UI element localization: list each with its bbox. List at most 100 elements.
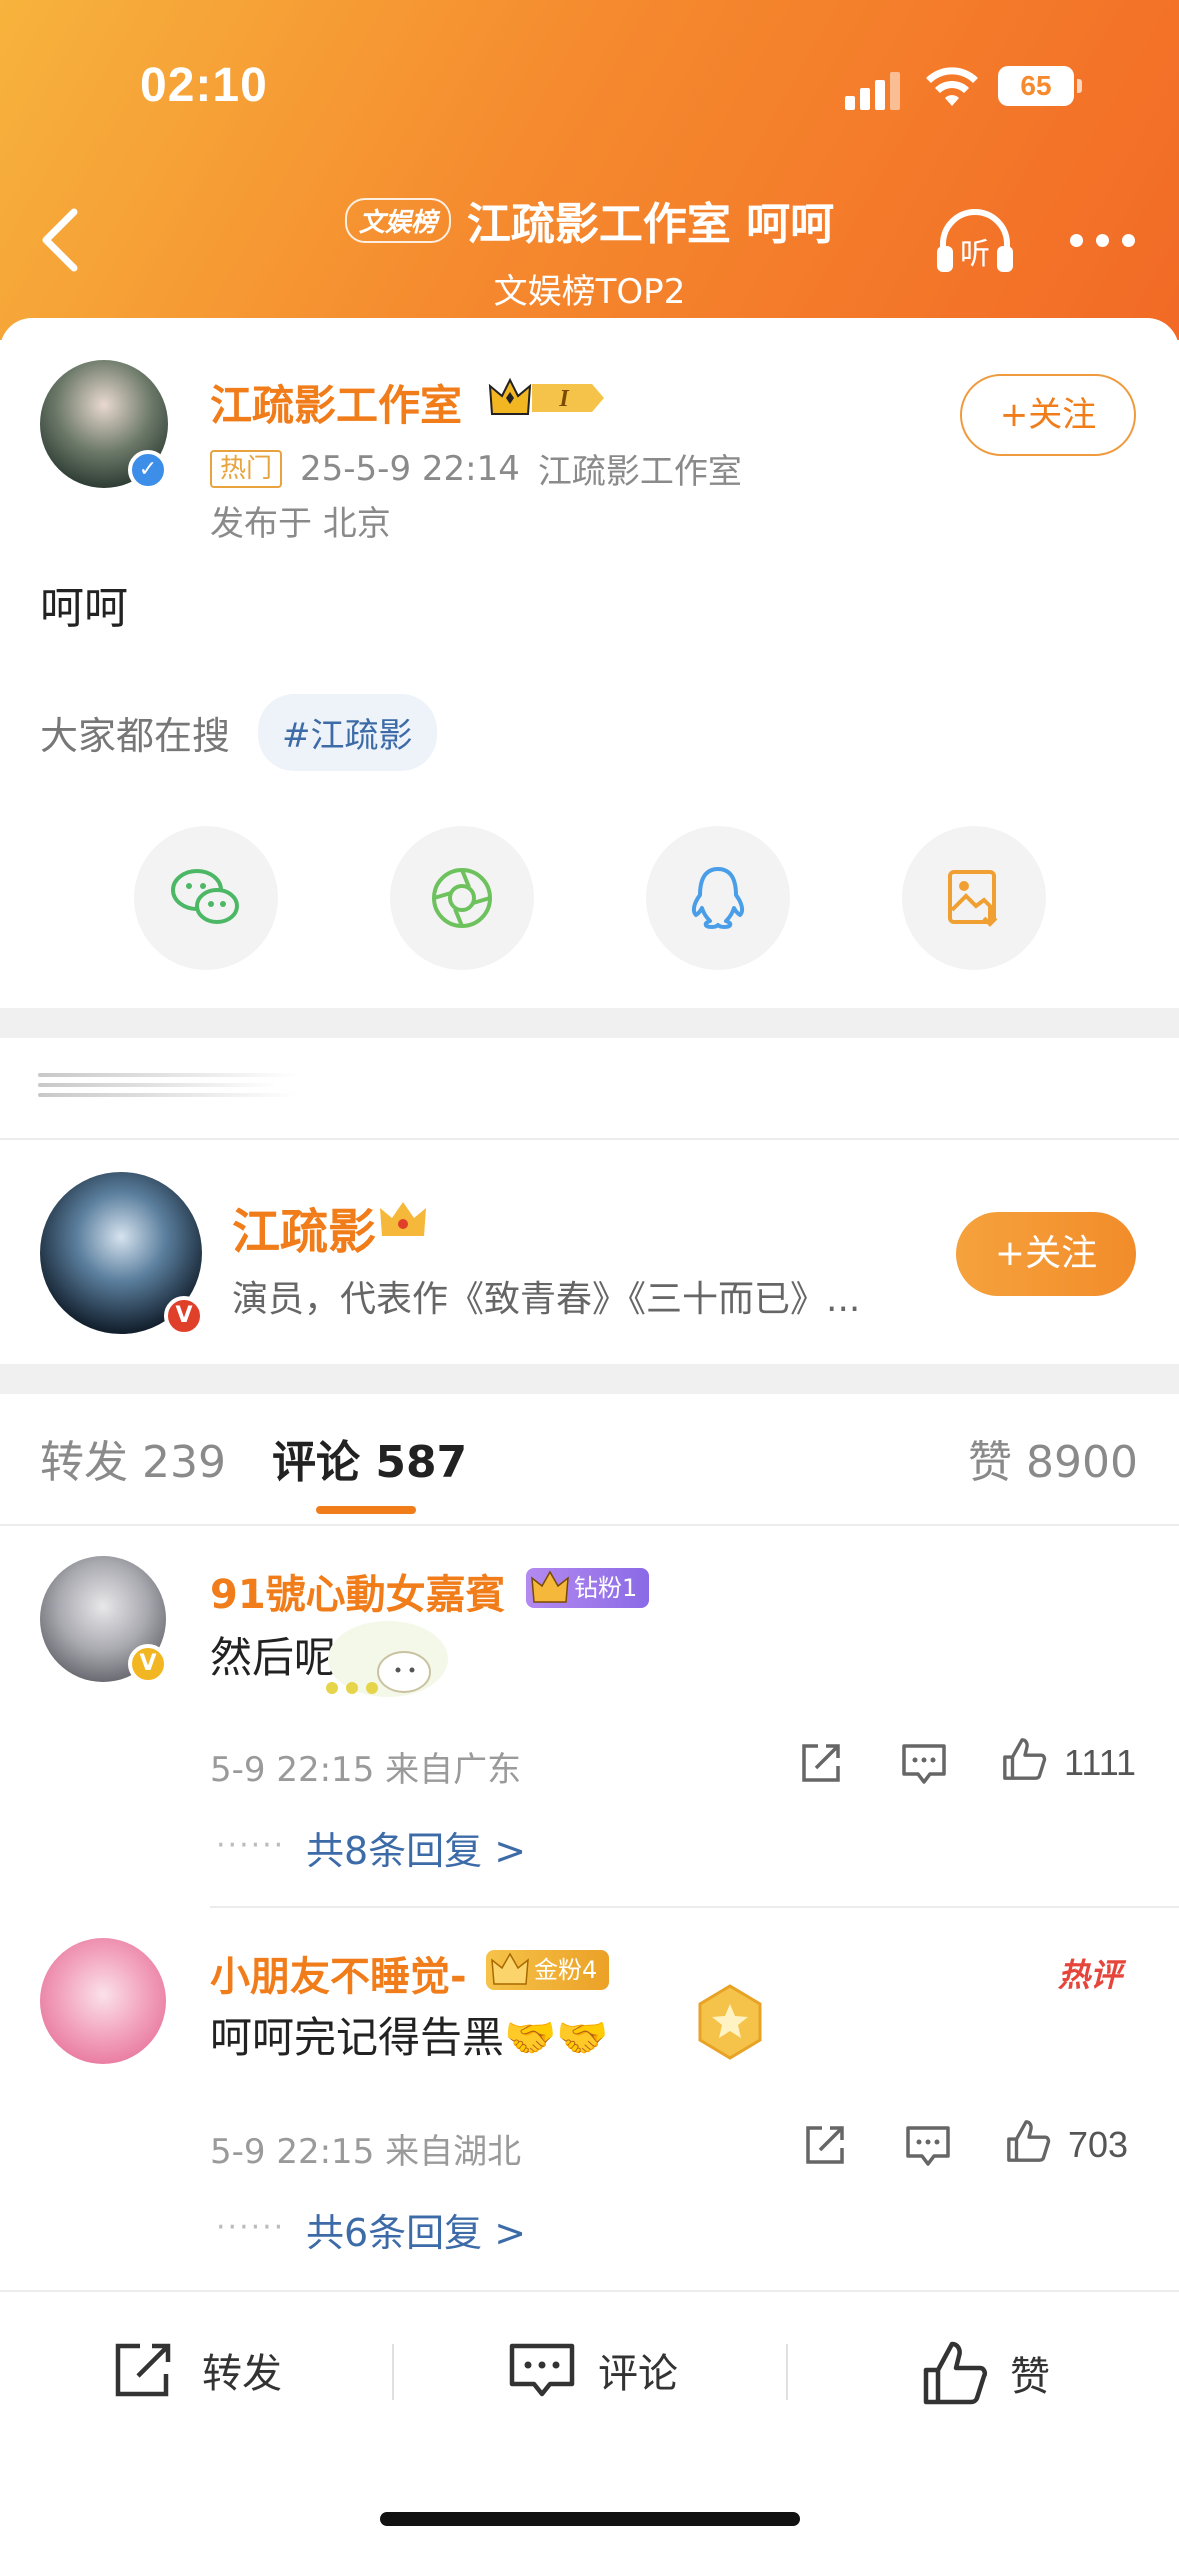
comment-location: 来自广东: [385, 1750, 522, 1790]
tab-likes-label: 赞: [968, 1437, 1012, 1488]
star-crown-icon: [380, 1202, 426, 1236]
active-tab-indicator: [316, 1506, 416, 1514]
loading-placeholder: [38, 1073, 298, 1103]
section-separator-2: [0, 1364, 1179, 1394]
star-follow-button[interactable]: +关注: [956, 1212, 1136, 1296]
comment-icon: [509, 2343, 575, 2397]
red-verified-icon: V: [164, 1296, 204, 1336]
post-card: ✓ 江疏影工作室 I 热门 25-5-9 22:14 江疏影工作室 发布于 北京…: [0, 318, 1179, 1008]
fan-badge: 钻粉1: [526, 1568, 650, 1608]
author-name[interactable]: 江疏影工作室: [210, 372, 462, 433]
follow-button[interactable]: +关注: [960, 374, 1136, 456]
tab-comments[interactable]: 评论 587: [272, 1426, 467, 1490]
comment-text: 呵呵完记得告黑🤝🤝: [210, 2013, 609, 2062]
commenter-name[interactable]: 91號心動女嘉賓: [210, 1562, 506, 1620]
repost-icon[interactable]: [798, 1740, 846, 1786]
post-location: 发布于 北京: [210, 504, 391, 544]
badge-level: I: [558, 386, 570, 412]
listen-label: 听: [960, 237, 990, 272]
tab-likes[interactable]: 赞 8900: [968, 1426, 1138, 1490]
blue-verified-icon: ✓: [128, 450, 168, 490]
cellular-signal-icon: [845, 70, 905, 110]
fan-crown-icon: [531, 1570, 569, 1603]
comment-like-count: 1111: [1064, 1742, 1137, 1783]
yellow-verified-icon: V: [128, 1644, 168, 1684]
tab-comments-label: 评论: [272, 1437, 360, 1488]
comment-divider: [210, 1906, 1179, 1908]
comment-time: 5-9 22:15: [210, 1750, 375, 1790]
bottom-like-button[interactable]: 赞: [922, 2340, 1050, 2406]
status-bar: 02:10 65: [0, 0, 1179, 170]
comment-meta: 5-9 22:15 来自湖北: [210, 2124, 521, 2173]
like-thumb-icon[interactable]: [1004, 2118, 1052, 2164]
post-datetime: 25-5-9 22:14: [300, 448, 520, 489]
search-label: 大家都在搜: [40, 714, 231, 758]
repost-icon[interactable]: [802, 2122, 850, 2168]
commenter-name[interactable]: 小朋友不睡觉-: [210, 1944, 467, 2002]
tab-comments-count: 587: [375, 1437, 468, 1488]
bottom-like-label: 赞: [1010, 2354, 1050, 2400]
list-tag[interactable]: 文娱榜: [344, 197, 451, 243]
comment-location: 来自湖北: [385, 2132, 522, 2172]
share-qq-button[interactable]: [646, 826, 790, 970]
comment-meta: 5-9 22:15 来自广东: [210, 1742, 521, 1791]
fan-badge: 金粉4: [486, 1950, 610, 1990]
gold-badge-sticker-icon: [698, 1984, 762, 2060]
post-meta: 热门 25-5-9 22:14 江疏影工作室: [210, 444, 742, 493]
bottom-repost-button[interactable]: 转发: [112, 2340, 282, 2400]
more-options-icon[interactable]: [1070, 230, 1140, 250]
page-title: 江疏影工作室 呵呵: [466, 199, 835, 250]
star-name[interactable]: 江疏影: [232, 1192, 376, 1262]
search-chip[interactable]: #江疏影: [258, 694, 437, 771]
listen-headphones-icon[interactable]: 听: [935, 206, 1015, 276]
bottom-comment-label: 评论: [598, 2351, 678, 2397]
bottom-repost-label: 转发: [202, 2351, 282, 2397]
tab-likes-count: 8900: [1026, 1437, 1138, 1488]
star-description: 演员，代表作《致青春》《三十而已》...: [232, 1279, 861, 1320]
crown-membership-icon: I: [488, 377, 604, 415]
fan-crown-icon: [491, 1952, 529, 1985]
reply-icon[interactable]: [900, 1740, 948, 1786]
bottom-comment-button[interactable]: 评论: [508, 2340, 678, 2400]
interaction-tabs: 转发 239 评论 587 赞 8900: [0, 1426, 1179, 1526]
comment-like-count: 703: [1068, 2124, 1129, 2165]
divider: [0, 1524, 1179, 1526]
status-time: 02:10: [140, 59, 268, 112]
wifi-icon: [926, 67, 978, 106]
repost-icon: [115, 2343, 171, 2397]
tab-repost[interactable]: 转发 239: [40, 1426, 226, 1490]
commenter-avatar[interactable]: [40, 1938, 166, 2064]
reply-icon[interactable]: [904, 2122, 952, 2168]
tab-repost-count: 239: [142, 1437, 226, 1488]
nav-bar: 文娱榜 江疏影工作室 呵呵 文娱榜TOP2 听: [0, 170, 1179, 320]
comment-time: 5-9 22:15: [210, 2132, 375, 2172]
save-image-button[interactable]: [902, 826, 1046, 970]
share-moments-button[interactable]: [390, 826, 534, 970]
like-thumb-icon[interactable]: [1000, 1736, 1048, 1782]
bottom-divider: [392, 2344, 394, 2400]
moments-icon: [432, 868, 492, 928]
replies-dots: ······: [216, 2210, 286, 2245]
section-separator: [0, 1008, 1179, 1038]
tab-repost-label: 转发: [40, 1437, 128, 1488]
battery-indicator: 65: [998, 66, 1082, 106]
save-image-icon: [948, 870, 998, 927]
wechat-icon: [171, 869, 239, 924]
fan-badge-label: 钻粉1: [574, 1574, 638, 1602]
post-source: 江疏影工作室: [537, 452, 742, 492]
divider: [0, 1138, 1179, 1140]
share-wechat-button[interactable]: [134, 826, 278, 970]
replies-dots: ······: [216, 1828, 286, 1863]
qq-icon: [691, 867, 745, 929]
post-text: 呵呵: [40, 583, 128, 634]
view-replies-link[interactable]: 共6条回复 >: [306, 2202, 526, 2257]
bottom-divider: [786, 2344, 788, 2400]
sheep-sticker-icon: [326, 1621, 448, 1697]
home-indicator: [380, 2512, 800, 2526]
bottom-action-bar: 转发 评论 赞: [0, 2292, 1179, 2556]
hot-comment-label: 热评: [1058, 1956, 1123, 1994]
like-thumb-icon: [923, 2341, 988, 2405]
hot-tag: 热门: [210, 449, 283, 488]
hot-search-row: 大家都在搜 #江疏影: [40, 694, 437, 771]
view-replies-link[interactable]: 共8条回复 >: [306, 1820, 526, 1875]
